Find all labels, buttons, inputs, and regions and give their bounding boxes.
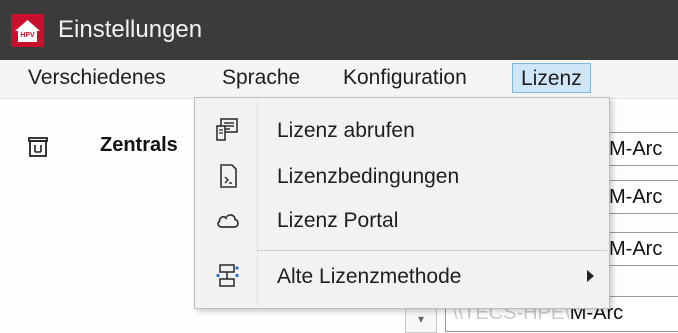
license-fetch-icon <box>216 118 238 141</box>
svg-text:HPV: HPV <box>20 32 35 39</box>
menu-item-label: Lizenz Portal <box>277 209 399 232</box>
menu-item-lizenz-abrufen[interactable]: Lizenz abrufen <box>195 108 609 154</box>
chevron-down-icon[interactable]: ▾ <box>405 305 437 333</box>
title-bar: HPV Einstellungen <box>0 0 678 60</box>
menu-item-alte-lizenzmethode[interactable]: Alte Lizenzmethode <box>195 254 609 300</box>
submenu-arrow-icon <box>587 270 594 282</box>
menu-konfiguration[interactable]: Konfiguration <box>335 63 475 93</box>
menu-item-lizenz-portal[interactable]: Lizenz Portal <box>195 198 609 244</box>
central-label: Zentrals <box>100 134 178 156</box>
menu-item-label: Lizenzbedingungen <box>277 165 460 188</box>
cloud-icon <box>217 214 239 228</box>
house-logo-icon: HPV <box>11 14 44 47</box>
license-menu: Lizenz abrufen Lizenzbedingungen Lizenz … <box>194 97 610 309</box>
menu-item-label: Lizenz abrufen <box>277 119 415 142</box>
menu-verschiedenes[interactable]: Verschiedenes <box>20 63 174 93</box>
network-icon <box>216 264 239 287</box>
menu-separator <box>257 250 607 251</box>
document-icon <box>220 164 237 188</box>
menu-sprache[interactable]: Sprache <box>214 63 308 93</box>
menu-item-label: Alte Lizenzmethode <box>277 265 462 288</box>
building-icon <box>28 137 48 157</box>
menu-bar: Verschiedenes Sprache Konfiguration Lize… <box>0 60 678 99</box>
window-title: Einstellungen <box>58 16 203 43</box>
menu-item-lizenzbedingungen[interactable]: Lizenzbedingungen <box>195 154 609 200</box>
menu-lizenz[interactable]: Lizenz <box>512 63 591 93</box>
